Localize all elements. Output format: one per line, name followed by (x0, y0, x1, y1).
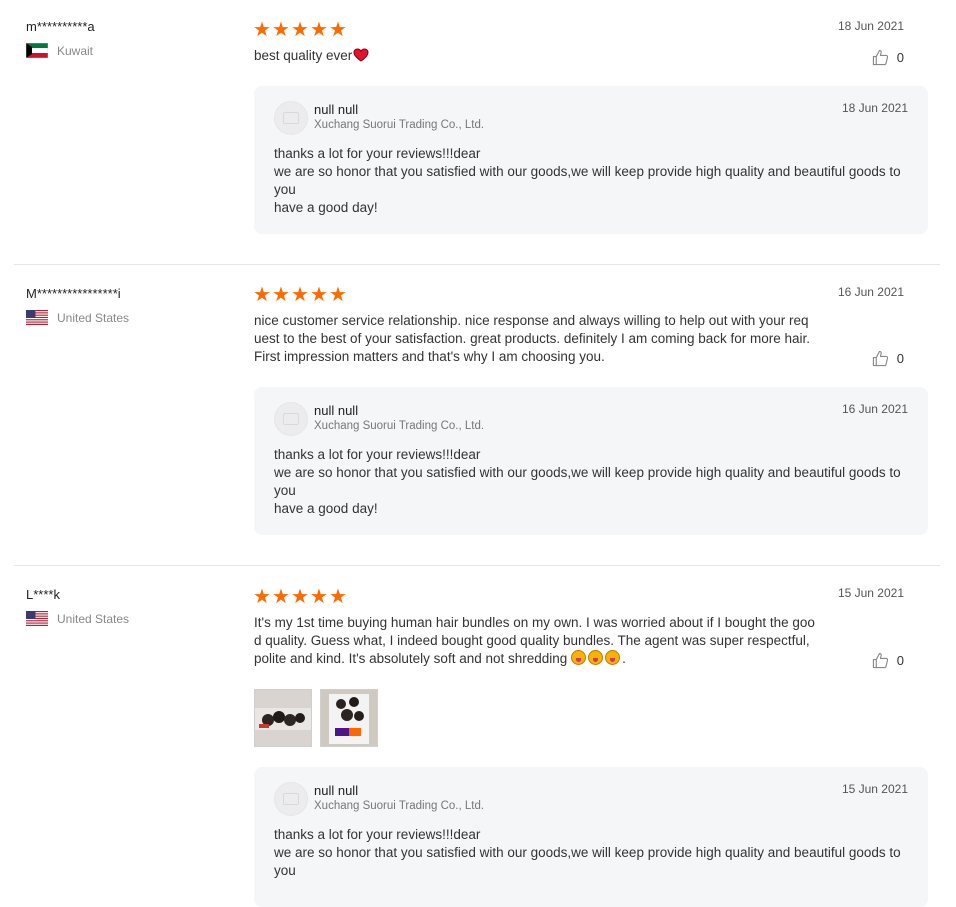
star-icon: ★ (329, 586, 347, 608)
seller-name: null null (314, 783, 359, 798)
fedex-package-photo-icon (321, 690, 377, 746)
thumbs-up-icon (872, 652, 888, 669)
review-body: best quality ever (254, 48, 353, 63)
reviewer-country: United States (26, 611, 129, 626)
review-body-end: . (622, 651, 626, 666)
tongue-out-face-icon (588, 650, 604, 665)
star-icon: ★ (310, 586, 328, 608)
seller-reply: null null Xuchang Suorui Trading Co., Lt… (254, 86, 928, 234)
seller-reply: null null Xuchang Suorui Trading Co., Lt… (254, 767, 928, 907)
reviewer-name: m**********a (26, 19, 95, 34)
seller-name: null null (314, 403, 359, 418)
reply-line: we are so honor that you satisfied with … (274, 845, 901, 878)
seller-avatar (274, 101, 308, 135)
reply-date: 15 Jun 2021 (841, 782, 908, 796)
usa-flag-icon (26, 611, 48, 626)
kuwait-flag-icon (26, 43, 48, 58)
star-icon: ★ (253, 586, 271, 608)
review-text: It's my 1st time buying human hair bundl… (254, 614, 816, 668)
star-icon: ★ (272, 586, 290, 608)
star-icon: ★ (310, 284, 328, 306)
reply-line: thanks a lot for your reviews!!!dear (274, 146, 481, 161)
reply-line: we are so honor that you satisfied with … (274, 164, 901, 197)
review-item: L****k United States ★ ★ ★ ★ ★ 15 Jun 20… (14, 566, 940, 907)
seller-company: Xuchang Suorui Trading Co., Ltd. (314, 800, 485, 812)
like-count: 0 (896, 653, 904, 668)
star-icon: ★ (291, 586, 309, 608)
reply-line: thanks a lot for your reviews!!!dear (274, 827, 481, 842)
like-button[interactable]: 0 (872, 49, 904, 66)
reviewer-name: M****************i (26, 286, 121, 301)
rating-stars: ★ ★ ★ ★ ★ (253, 284, 347, 306)
like-button[interactable]: 0 (872, 652, 904, 669)
hair-bundles-photo-icon (255, 690, 311, 746)
country-name: United States (57, 310, 130, 325)
seller-avatar (274, 402, 308, 436)
star-icon: ★ (253, 19, 271, 41)
reply-date: 16 Jun 2021 (841, 402, 908, 416)
review-date: 18 Jun 2021 (837, 19, 904, 33)
reviewer-country: United States (26, 310, 129, 325)
rating-stars: ★ ★ ★ ★ ★ (253, 19, 347, 41)
review-text: nice customer service relationship. nice… (254, 313, 811, 364)
usa-flag-icon (26, 310, 48, 325)
seller-company: Xuchang Suorui Trading Co., Ltd. (314, 420, 485, 432)
reply-line: have a good day! (274, 501, 378, 516)
like-count: 0 (896, 50, 904, 65)
reply-line: thanks a lot for your reviews!!!dear (274, 447, 481, 462)
seller-avatar (274, 782, 308, 816)
reply-text: thanks a lot for your reviews!!!dear we … (274, 446, 906, 518)
seller-reply: null null Xuchang Suorui Trading Co., Lt… (254, 387, 928, 535)
heart-icon (353, 48, 369, 67)
review-text: best quality ever (254, 47, 816, 67)
tongue-out-face-icon (571, 650, 587, 665)
review-body: It's my 1st time buying human hair bundl… (254, 615, 815, 666)
like-count: 0 (896, 351, 904, 366)
tongue-out-face-icon (605, 650, 621, 665)
star-icon: ★ (291, 284, 309, 306)
rating-stars: ★ ★ ★ ★ ★ (253, 586, 347, 608)
country-name: Kuwait (57, 43, 94, 58)
review-photo-thumbnail[interactable] (320, 689, 378, 747)
reviewer-country: Kuwait (26, 43, 93, 58)
review-photo-thumbnail[interactable] (254, 689, 312, 747)
reply-line: we are so honor that you satisfied with … (274, 465, 901, 498)
star-icon: ★ (272, 284, 290, 306)
seller-company: Xuchang Suorui Trading Co., Ltd. (314, 119, 485, 131)
star-icon: ★ (291, 19, 309, 41)
star-icon: ★ (329, 284, 347, 306)
reply-line: have a good day! (274, 200, 378, 215)
review-item: M****************i United States ★ ★ ★ ★… (14, 265, 940, 565)
star-icon: ★ (310, 19, 328, 41)
star-icon: ★ (253, 284, 271, 306)
star-icon: ★ (272, 19, 290, 41)
review-item: m**********a Kuwait ★ ★ ★ ★ ★ 18 Jun 202… (14, 0, 940, 264)
review-date: 16 Jun 2021 (837, 285, 904, 299)
thumbs-up-icon (872, 350, 888, 367)
seller-name: null null (314, 102, 359, 117)
reply-date: 18 Jun 2021 (841, 101, 908, 115)
reply-text: thanks a lot for your reviews!!!dear we … (274, 145, 906, 217)
country-name: United States (57, 611, 130, 626)
reply-text: thanks a lot for your reviews!!!dear we … (274, 826, 906, 880)
reviewer-name: L****k (26, 587, 60, 602)
thumbs-up-icon (872, 49, 888, 66)
like-button[interactable]: 0 (872, 350, 904, 367)
star-icon: ★ (329, 19, 347, 41)
review-date: 15 Jun 2021 (837, 586, 904, 600)
